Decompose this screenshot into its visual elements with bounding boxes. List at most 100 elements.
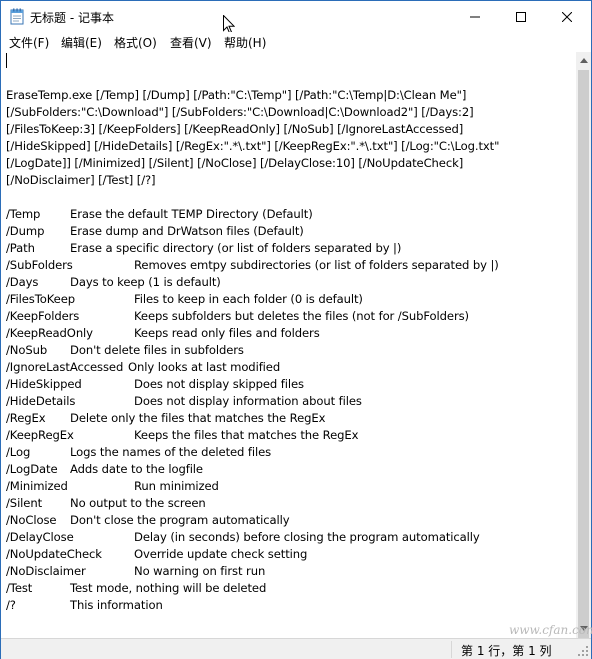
option-description: Don't close the program automatically — [70, 513, 290, 527]
option-description: Adds date to the logfile — [70, 462, 203, 476]
option-name: /SubFolders — [6, 258, 73, 272]
resize-grip-icon[interactable] — [575, 643, 589, 657]
option-name: /Path — [6, 241, 35, 255]
option-description: Keeps the files that matches the RegEx — [134, 428, 359, 442]
option-row: /KeepRegEx Keeps the files that matches t… — [6, 427, 499, 444]
option-row: /Log Logs the names of the deleted files — [6, 444, 499, 461]
option-name: /NoSub — [6, 343, 48, 357]
menu-help[interactable]: 帮助(H) — [224, 34, 266, 51]
option-row: /KeepFolders Keeps subfolders but deletes… — [6, 308, 499, 325]
usage-line: [/SubFolders:"C:\Download"] [/SubFolders… — [6, 105, 474, 119]
notepad-window: 无标题 - 记事本 文件(F) 编辑(E) 格式(O) 查看(V) 帮助(H) — [0, 0, 592, 659]
option-row: /NoDisclaimer No warning on first run — [6, 563, 499, 580]
option-row: /HideSkipped Does not display skipped fil… — [6, 376, 499, 393]
editor-line-blank — [6, 189, 499, 206]
option-row: /Silent No output to the screen — [6, 495, 499, 512]
text-editor[interactable]: EraseTemp.exe [/Temp] [/Dump] [/Path:"C:… — [1, 52, 575, 638]
usage-line: [/FilesToKeep:3] [/KeepFolders] [/KeepRe… — [6, 122, 464, 136]
option-description: Delete only the files that matches the R… — [70, 411, 326, 425]
option-row: /NoUpdateCheck Override update check sett… — [6, 546, 499, 563]
option-description: Erase dump and DrWatson files (Default) — [70, 224, 304, 238]
usage-line: [/HideSkipped] [/HideDetails] [/RegEx:".… — [6, 139, 500, 153]
option-row: /RegEx Delete only the files that matches… — [6, 410, 499, 427]
options-block: /Temp Erase the default TEMP Directory (D… — [6, 206, 499, 614]
option-description: Removes emtpy subdirectories (or list of… — [134, 258, 499, 272]
option-description: Days to keep (1 is default) — [70, 275, 221, 289]
option-name: /NoDisclaimer — [6, 564, 86, 578]
scroll-up-button[interactable] — [576, 52, 591, 69]
option-row: /HideDetails Does not display information… — [6, 393, 499, 410]
option-name: /Log — [6, 445, 31, 459]
option-description: Erase a specific directory (or list of f… — [70, 241, 402, 255]
option-description: Keeps subfolders but deletes the files (… — [134, 309, 469, 323]
option-description: Only looks at last modified — [128, 360, 281, 374]
option-name: /KeepFolders — [6, 309, 80, 323]
option-description: This information — [70, 598, 163, 612]
option-name: /? — [6, 598, 16, 612]
usage-line: [/NoDisclaimer] [/Test] [/?] — [6, 173, 156, 187]
menu-format[interactable]: 格式(O) — [114, 34, 157, 51]
menu-edit[interactable]: 编辑(E) — [61, 34, 102, 51]
option-row: /DelayClose Delay (in seconds) before clo… — [6, 529, 499, 546]
scroll-thumb[interactable] — [578, 70, 589, 638]
vertical-scrollbar[interactable] — [576, 52, 591, 638]
option-description: Don't delete files in subfolders — [70, 343, 244, 357]
option-description: No warning on first run — [134, 564, 266, 578]
option-name: /IgnoreLastAccessed — [6, 360, 124, 374]
editor-line-blank — [6, 70, 499, 87]
option-name: /Days — [6, 275, 39, 289]
option-name: /Dump — [6, 224, 45, 238]
usage-line: EraseTemp.exe [/Temp] [/Dump] [/Path:"C:… — [6, 88, 467, 102]
option-row: /Path Erase a specific directory (or list… — [6, 240, 499, 257]
option-row: /IgnoreLastAccessed Only looks at last mo… — [6, 359, 499, 376]
close-button[interactable] — [544, 1, 590, 32]
option-name: /KeepRegEx — [6, 428, 74, 442]
minimize-button[interactable] — [452, 1, 498, 32]
option-row: /KeepReadOnly Keeps read only files and f… — [6, 325, 499, 342]
option-name: /Temp — [6, 207, 41, 221]
option-description: Does not display information about files — [134, 394, 362, 408]
option-row: /Minimized Run minimized — [6, 478, 499, 495]
option-description: Logs the names of the deleted files — [70, 445, 272, 459]
option-description: Keeps read only files and folders — [134, 326, 320, 340]
maximize-button[interactable] — [498, 1, 544, 32]
usage-block: EraseTemp.exe [/Temp] [/Dump] [/Path:"C:… — [6, 87, 499, 189]
option-name: /Minimized — [6, 479, 68, 493]
window-title: 无标题 - 记事本 — [30, 11, 114, 25]
editor-content: EraseTemp.exe [/Temp] [/Dump] [/Path:"C:… — [6, 53, 499, 614]
notepad-icon — [10, 8, 24, 25]
text-caret — [6, 53, 7, 68]
option-name: /Test — [6, 581, 33, 595]
option-row: /Days Days to keep (1 is default) — [6, 274, 499, 291]
option-description: Does not display skipped files — [134, 377, 304, 391]
menu-view[interactable]: 查看(V) — [170, 34, 212, 51]
option-row: /NoClose Don't close the program automati… — [6, 512, 499, 529]
usage-line: [/LogDate]] [/Minimized] [/Silent] [/NoC… — [6, 156, 464, 170]
option-name: /NoUpdateCheck — [6, 547, 102, 561]
option-name: /DelayClose — [6, 530, 74, 544]
scroll-up-arrow-icon — [579, 58, 588, 63]
option-row: /FilesToKeep Files to keep in each folder… — [6, 291, 499, 308]
option-description: Erase the default TEMP Directory (Defaul… — [70, 207, 313, 221]
option-row: /Test Test mode, nothing will be deleted — [6, 580, 499, 597]
option-name: /Silent — [6, 496, 43, 510]
status-bar: 第 1 行，第 1 列 — [1, 638, 591, 659]
option-name: /FilesToKeep — [6, 292, 76, 306]
option-description: Override update check setting — [134, 547, 308, 561]
option-row: /Dump Erase dump and DrWatson files (Defa… — [6, 223, 499, 240]
menu-file[interactable]: 文件(F) — [9, 34, 49, 51]
option-description: Files to keep in each folder (0 is defau… — [134, 292, 363, 306]
option-row: /Temp Erase the default TEMP Directory (D… — [6, 206, 499, 223]
close-icon — [562, 11, 572, 22]
option-name: /RegEx — [6, 411, 46, 425]
option-name: /HideDetails — [6, 394, 76, 408]
option-description: Run minimized — [134, 479, 219, 493]
cursor-position: 第 1 行，第 1 列 — [461, 644, 552, 658]
watermark: www.cfan.com.cn — [509, 623, 592, 637]
option-row: /LogDate Adds date to the logfile — [6, 461, 499, 478]
title-bar[interactable]: 无标题 - 记事本 — [1, 1, 591, 32]
option-description: No output to the screen — [70, 496, 206, 510]
option-row: /? This information — [6, 597, 499, 614]
option-row: /NoSub Don't delete files in subfolders — [6, 342, 499, 359]
option-name: /NoClose — [6, 513, 57, 527]
